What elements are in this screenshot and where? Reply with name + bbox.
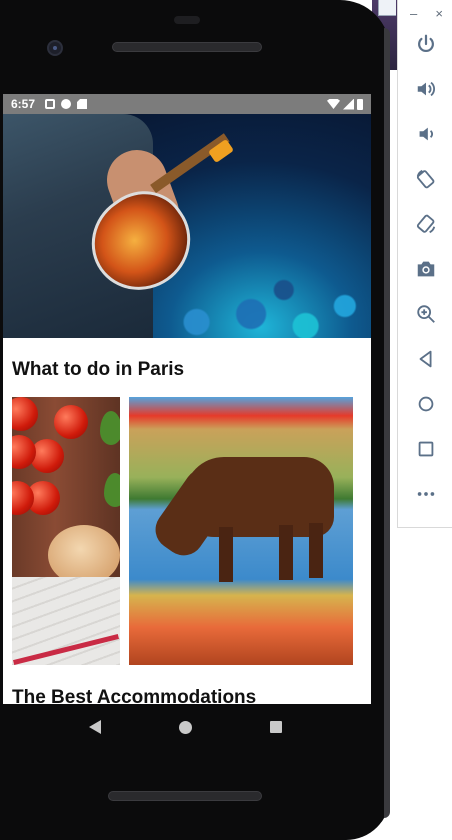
nav-back-icon[interactable] [89,720,101,734]
horse-leg [219,527,233,582]
more-button[interactable] [398,471,452,516]
sensor [174,16,200,24]
bottom-speaker [108,791,262,801]
basil-leaf [104,473,120,507]
volume-up-icon [417,81,435,96]
rotate-right-icon [416,214,435,233]
signal-icon [343,98,354,110]
concert-crowd [153,258,371,338]
section-title: What to do in Paris [12,359,185,380]
earpiece-speaker [112,42,262,52]
nav-home-icon[interactable] [179,720,192,734]
f-badge-icon [61,99,72,109]
horse-leg [279,525,293,580]
window-corner [378,0,396,16]
overview-icon [418,441,433,456]
more-icon [417,491,434,496]
status-time: 6:57 [11,97,36,111]
horse-leg [309,523,323,578]
hero-image [3,114,371,338]
a-badge-icon [45,99,56,109]
nav-recents-icon[interactable] [270,721,282,733]
rotate-right-button[interactable] [398,201,452,246]
phone-frame: 6:57 What to do in Paris The Best Accomm… [0,0,390,840]
home-button[interactable] [398,381,452,426]
power-icon [417,34,434,52]
zoom-icon [416,304,435,323]
gallery-image-horse[interactable] [129,397,353,665]
next-section-title: The Best Accommodations [12,687,257,704]
back-button[interactable] [398,336,452,381]
wooden-spoon [48,525,120,585]
tomato [54,405,88,439]
rotate-left-button[interactable] [398,156,452,201]
wifi-icon [327,99,340,109]
front-camera [47,40,63,56]
screenshot-icon [417,261,434,276]
rotate-left-icon [416,169,434,188]
gallery-image-food[interactable] [12,397,120,665]
status-bar: 6:57 [3,94,371,114]
emulator-toolbar: – × [397,0,452,528]
sd-card-icon [77,99,88,109]
volume-down-button[interactable] [398,111,452,156]
home-icon [418,396,433,411]
device-screen: 6:57 What to do in Paris The Best Accomm… [3,94,371,704]
back-icon [419,350,431,367]
zoom-button[interactable] [398,291,452,336]
phone-edge [384,28,390,818]
power-button[interactable] [398,21,452,66]
volume-up-button[interactable] [398,66,452,111]
minimize-button[interactable]: – [410,6,417,21]
battery-icon [357,98,363,110]
window-controls: – × [398,0,452,21]
basil-leaf [100,411,120,445]
overview-button[interactable] [398,426,452,471]
system-icons [327,98,363,110]
emulator-window: 6:57 What to do in Paris The Best Accomm… [0,0,452,840]
activity-gallery [3,397,371,665]
close-button[interactable]: × [435,6,443,21]
navigation-bar [0,704,371,750]
volume-down-icon [419,127,433,140]
notification-icons [45,99,88,109]
screenshot-button[interactable] [398,246,452,291]
tomato [12,397,38,431]
